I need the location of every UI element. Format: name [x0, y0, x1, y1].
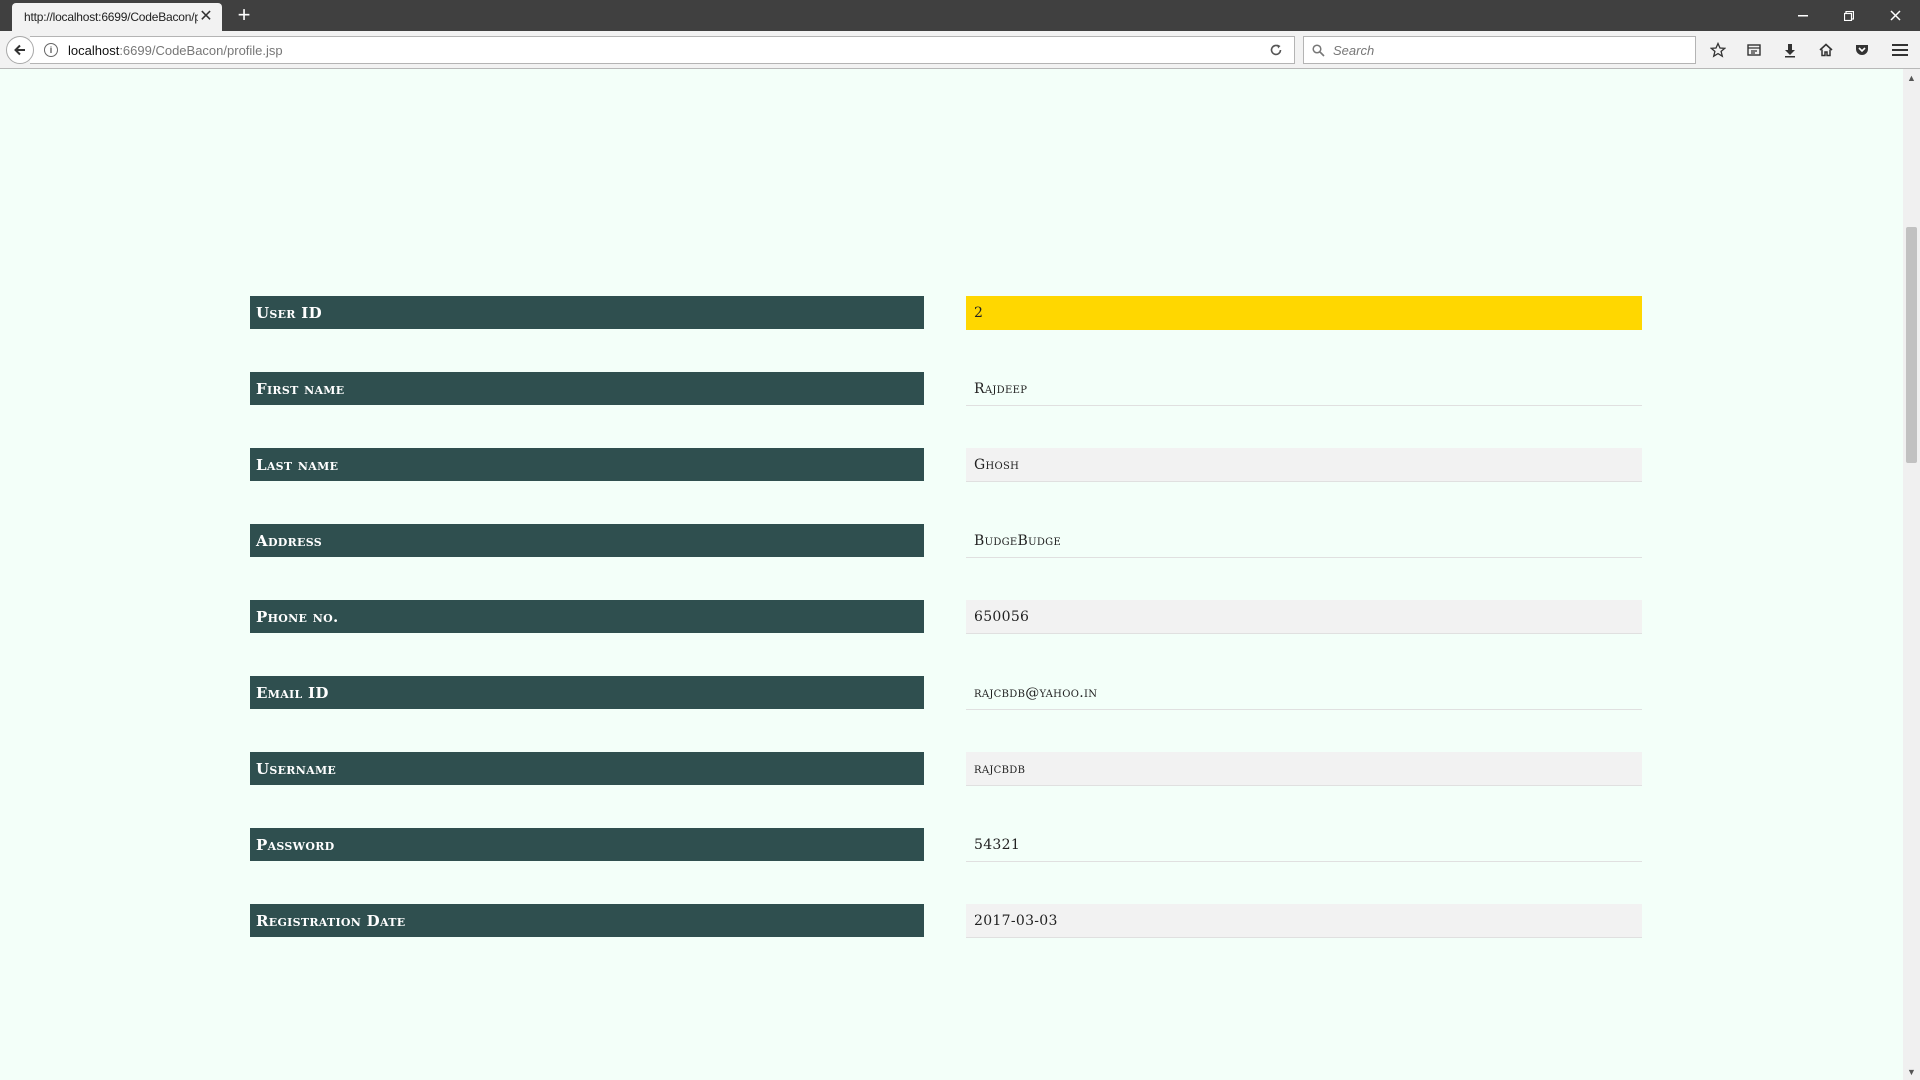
minimize-icon[interactable]	[1780, 0, 1826, 31]
tab-title: http://localhost:6699/CodeBacon/profile.…	[24, 10, 198, 24]
profile-table: User ID 2 First name Rajdeep Last name G…	[250, 296, 1642, 980]
page-scrollbar[interactable]: ▲ ▼	[1903, 69, 1920, 1080]
download-icon[interactable]	[1772, 36, 1808, 64]
bookmark-star-icon[interactable]	[1700, 36, 1736, 64]
browser-tab[interactable]: http://localhost:6699/CodeBacon/profile.…	[12, 3, 222, 31]
first-name-value: Rajdeep	[966, 372, 1642, 406]
back-button[interactable]	[6, 36, 34, 64]
scrollbar-thumb[interactable]	[1906, 227, 1917, 463]
reload-icon[interactable]	[1264, 43, 1288, 57]
registration-date-label: Registration Date	[250, 904, 924, 937]
back-arrow-icon	[14, 44, 25, 56]
profile-row-last-name: Last name Ghosh	[250, 448, 1642, 482]
user-id-value: 2	[966, 296, 1642, 330]
password-value: 54321	[966, 828, 1642, 862]
info-icon[interactable]: i	[44, 43, 58, 57]
registration-date-value: 2017-03-03	[966, 904, 1642, 938]
phone-label: Phone no.	[250, 600, 924, 633]
new-tab-icon[interactable]: +	[233, 4, 255, 26]
email-value: rajcbdb@yahoo.in	[966, 676, 1642, 710]
last-name-label: Last name	[250, 448, 924, 481]
browser-navbar: i localhost:6699/CodeBacon/profile.jsp	[0, 31, 1920, 69]
close-window-icon[interactable]	[1872, 0, 1918, 31]
url-bar[interactable]: i localhost:6699/CodeBacon/profile.jsp	[30, 36, 1295, 64]
address-value: BudgeBudge	[966, 524, 1642, 558]
restore-icon[interactable]	[1826, 0, 1872, 31]
scroll-down-icon[interactable]: ▼	[1903, 1063, 1920, 1080]
browser-titlebar: http://localhost:6699/CodeBacon/profile.…	[0, 0, 1920, 31]
home-icon[interactable]	[1808, 36, 1844, 64]
username-value: rajcbdb	[966, 752, 1642, 786]
scroll-up-icon[interactable]: ▲	[1903, 69, 1920, 86]
profile-row-username: Username rajcbdb	[250, 752, 1642, 786]
search-icon	[1312, 43, 1325, 57]
close-tab-icon[interactable]: ✕	[198, 9, 214, 25]
hamburger-menu-icon[interactable]	[1882, 36, 1918, 64]
pocket-icon[interactable]	[1844, 36, 1880, 64]
first-name-label: First name	[250, 372, 924, 405]
url-host: localhost	[68, 42, 120, 58]
search-bar[interactable]	[1303, 36, 1696, 64]
url-path: :6699/CodeBacon/profile.jsp	[119, 42, 283, 58]
password-label: Password	[250, 828, 924, 861]
user-id-label: User ID	[250, 296, 924, 329]
email-label: Email ID	[250, 676, 924, 709]
profile-row-email: Email ID rajcbdb@yahoo.in	[250, 676, 1642, 710]
phone-value: 650056	[966, 600, 1642, 634]
address-label: Address	[250, 524, 924, 557]
profile-row-registration-date: Registration Date 2017-03-03	[250, 904, 1642, 938]
search-input[interactable]	[1331, 41, 1695, 59]
profile-row-address: Address BudgeBudge	[250, 524, 1642, 558]
username-label: Username	[250, 752, 924, 785]
url-text[interactable]: localhost:6699/CodeBacon/profile.jsp	[68, 43, 1264, 58]
bookmarks-library-icon[interactable]	[1736, 36, 1772, 64]
last-name-value: Ghosh	[966, 448, 1642, 482]
profile-row-phone: Phone no. 650056	[250, 600, 1642, 634]
profile-row-user-id: User ID 2	[250, 296, 1642, 330]
profile-row-first-name: First name Rajdeep	[250, 372, 1642, 406]
profile-row-password: Password 54321	[250, 828, 1642, 862]
